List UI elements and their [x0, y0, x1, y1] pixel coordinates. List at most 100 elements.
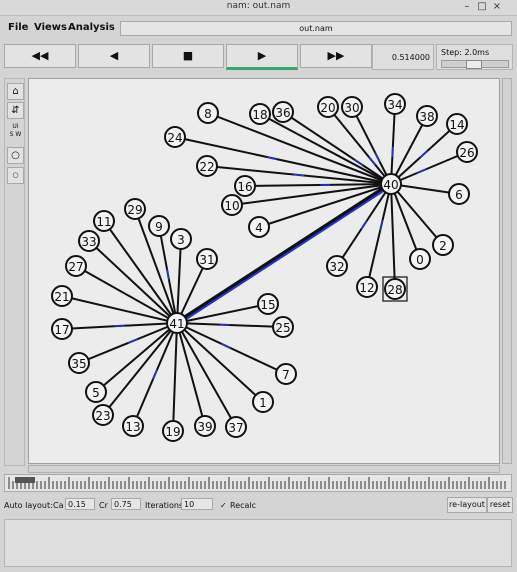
node-25[interactable]: 25: [272, 316, 294, 338]
node-38[interactable]: 38: [416, 105, 438, 127]
links: [61, 103, 468, 432]
node-36[interactable]: 36: [272, 101, 294, 123]
timeline-ruler[interactable]: [4, 474, 512, 492]
node-34[interactable]: 34: [384, 93, 406, 115]
node-9[interactable]: 9: [148, 215, 170, 237]
menu-views[interactable]: Views: [34, 22, 67, 33]
node-23[interactable]: 23: [92, 404, 114, 426]
menu-analysis[interactable]: Analysis: [68, 22, 115, 33]
circle-icon[interactable]: ○: [7, 147, 24, 164]
node-0[interactable]: 0: [409, 248, 431, 270]
node-41[interactable]: 41: [166, 312, 188, 334]
time-cursor[interactable]: [15, 477, 35, 483]
horizontal-scrollbar[interactable]: [28, 465, 500, 473]
link-28-40: [390, 183, 396, 290]
step-slider[interactable]: [441, 60, 509, 69]
stop-button[interactable]: ■: [152, 44, 224, 68]
menu-file[interactable]: File: [8, 22, 28, 33]
link-16-40: [244, 183, 392, 187]
node-label-35: 35: [71, 357, 86, 371]
node-label-0: 0: [416, 253, 424, 267]
node-21[interactable]: 21: [51, 285, 73, 307]
packet-1: [293, 173, 305, 177]
node-31[interactable]: 31: [196, 248, 218, 270]
node-label-30: 30: [344, 101, 359, 115]
node-11[interactable]: 11: [93, 210, 115, 232]
node-40[interactable]: 40: [380, 173, 402, 195]
play-button[interactable]: ▶: [226, 44, 298, 70]
node-6[interactable]: 6: [448, 183, 470, 205]
node-14[interactable]: 14: [446, 113, 468, 135]
link-37-41: [176, 322, 237, 428]
node-18[interactable]: 18: [249, 103, 271, 125]
node-17[interactable]: 17: [51, 318, 73, 340]
node-label-2: 2: [439, 239, 447, 253]
cr-input[interactable]: 0.75: [111, 498, 141, 510]
small-circle-icon[interactable]: ○: [7, 167, 24, 184]
scale-icon[interactable]: UI S W: [7, 123, 24, 139]
iterations-input[interactable]: 10: [181, 498, 213, 510]
node-label-1: 1: [259, 396, 267, 410]
node-5[interactable]: 5: [85, 381, 107, 403]
close-icon[interactable]: ×: [491, 1, 503, 12]
slider-knob[interactable]: [466, 60, 482, 69]
node-22[interactable]: 22: [196, 155, 218, 177]
ca-input[interactable]: 0.15: [65, 498, 95, 510]
node-label-41: 41: [169, 317, 184, 331]
recalc-label: Recalc: [230, 501, 257, 510]
step-back-button[interactable]: ◀: [78, 44, 150, 68]
link-25-41: [176, 322, 284, 328]
node-label-33: 33: [81, 235, 96, 249]
vertical-scrollbar[interactable]: [502, 78, 512, 464]
link-1-41: [176, 322, 264, 403]
node-16[interactable]: 16: [234, 175, 256, 197]
node-13[interactable]: 13: [122, 415, 144, 437]
node-28[interactable]: 28: [382, 276, 408, 302]
node-32[interactable]: 32: [326, 255, 348, 277]
recalc-checkbox[interactable]: ✓: [220, 501, 227, 510]
node-4[interactable]: 4: [248, 216, 270, 238]
node-20[interactable]: 20: [317, 96, 339, 118]
node-label-31: 31: [199, 253, 214, 267]
home-icon[interactable]: ⌂: [7, 83, 24, 100]
node-37[interactable]: 37: [225, 416, 247, 438]
node-26[interactable]: 26: [456, 141, 478, 163]
minimize-icon[interactable]: –: [461, 1, 473, 12]
node-24[interactable]: 24: [164, 126, 186, 148]
reset-button[interactable]: reset: [487, 497, 513, 513]
network-graph[interactable]: 8 18 36 20 30 3438142662422161043212 280211299…: [29, 79, 499, 463]
collapse-icon[interactable]: ⇵: [7, 102, 24, 119]
node-39[interactable]: 39: [194, 415, 216, 437]
node-27[interactable]: 27: [65, 255, 87, 277]
node-33[interactable]: 33: [78, 230, 100, 252]
node-label-24: 24: [167, 131, 182, 145]
node-8[interactable]: 8: [197, 102, 219, 124]
relayout-button[interactable]: re-layout: [447, 497, 487, 513]
cr-label: Cr: [99, 501, 108, 510]
node-12[interactable]: 12: [356, 276, 378, 298]
maximize-icon[interactable]: □: [476, 1, 488, 12]
timeline-ticks: [8, 477, 506, 489]
node-label-21: 21: [54, 290, 69, 304]
node-label-40: 40: [383, 178, 398, 192]
node-label-6: 6: [455, 188, 463, 202]
node-label-3: 3: [177, 233, 185, 247]
node-10[interactable]: 10: [221, 194, 243, 216]
node-3[interactable]: 3: [170, 228, 192, 250]
node-30[interactable]: 30: [341, 96, 363, 118]
node-15[interactable]: 15: [257, 293, 279, 315]
node-7[interactable]: 7: [275, 363, 297, 385]
node-35[interactable]: 35: [68, 352, 90, 374]
fast-forward-button[interactable]: ▶▶: [300, 44, 372, 68]
annotation-pane[interactable]: [4, 519, 512, 567]
node-29[interactable]: 29: [124, 198, 146, 220]
link-27-41: [75, 265, 178, 324]
node-1[interactable]: 1: [252, 391, 274, 413]
window-title: nam: out.nam: [226, 1, 291, 11]
network-canvas[interactable]: 8 18 36 20 30 34 38 14 26 6 24 22 16 10 4 32 12 28 0 2 11 29 9…: [28, 78, 500, 464]
node-2[interactable]: 2: [432, 234, 454, 256]
node-19[interactable]: 19: [162, 420, 184, 442]
link-0-40: [390, 183, 421, 260]
packet-4: [368, 156, 376, 166]
rewind-button[interactable]: ◀◀: [4, 44, 76, 68]
